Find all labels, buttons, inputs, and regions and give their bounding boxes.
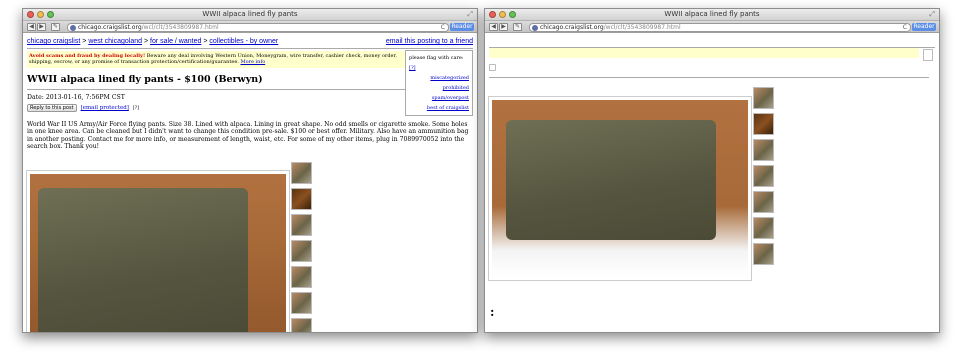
globe-icon [532,25,538,31]
back-icon[interactable]: ◀ [489,23,498,31]
thumbnail[interactable] [753,217,774,239]
thumbnail[interactable] [753,113,774,135]
browser-toolbar: ◀ ▶ ✎ chicago.craigslist.org/wcl/clt/354… [23,21,477,33]
title-bar: WWII alpaca lined fly pants ⤢ [23,9,477,21]
url-path: /wcl/clt/3543809987.html [141,24,219,31]
divider [489,77,929,78]
breadcrumb-area[interactable]: west chicagoland [88,38,142,45]
empty-flag-box [923,49,933,61]
fullscreen-icon[interactable]: ⤢ [929,10,935,19]
address-bar[interactable]: chicago.craigslist.org/wcl/clt/354380998… [529,23,911,32]
thumbnail[interactable] [753,139,774,161]
thumbnail[interactable] [753,243,774,265]
flag-spam-overpost[interactable]: spam/overpost [409,93,469,103]
thumbnail[interactable] [753,165,774,187]
pants-image [506,120,716,240]
main-photo[interactable] [26,170,290,332]
breadcrumb-category[interactable]: collectibles - by owner [209,38,278,45]
browser-window-left: WWII alpaca lined fly pants ⤢ ◀ ▶ ✎ chic… [22,8,478,333]
stray-colon: : [490,305,495,319]
reload-icon[interactable]: C [441,24,445,31]
thumbnail-strip [753,87,774,265]
thumbnail[interactable] [753,87,774,109]
flag-best-of[interactable]: best of craigslist [409,103,469,113]
breadcrumb-site[interactable]: chicago craigslist [27,38,80,45]
share-icon[interactable]: ✎ [513,23,522,31]
url-path: /wcl/clt/3543809987.html [603,24,681,31]
title-bar: WWII alpaca lined fly pants ⤢ [485,9,939,21]
flag-help-link[interactable]: [?] [409,65,416,71]
divider [27,89,405,90]
pants-photo [492,100,748,277]
page-content: chicago craigslist > west chicagoland > … [23,33,477,153]
breadcrumb: chicago craigslist > west chicagoland > … [27,37,473,47]
reply-help[interactable]: [?] [133,106,139,111]
email-posting-link[interactable]: email this posting to a friend [386,37,473,47]
browser-toolbar: ◀ ▶ ✎ chicago.craigslist.org/wcl/clt/354… [485,21,939,33]
window-title: WWII alpaca lined fly pants [664,10,760,18]
thumbnail[interactable] [753,191,774,213]
breadcrumb-separator: > [203,38,208,45]
thumbnail[interactable] [291,162,312,184]
url-host: chicago.craigslist.org [78,24,142,31]
breadcrumb-section[interactable]: for sale / wanted [150,38,201,45]
browser-window-right: WWII alpaca lined fly pants ⤢ ◀ ▶ ✎ chic… [484,8,940,333]
flag-miscategorized[interactable]: miscategorized [409,73,469,83]
flag-prohibited[interactable]: prohibited [409,83,469,93]
main-photo[interactable] [488,96,752,281]
thumbnail-strip [291,162,312,332]
empty-checkbox[interactable] [489,64,496,71]
reload-icon[interactable]: C [903,24,907,31]
more-info-link[interactable]: More info [240,59,265,65]
scam-warning: Avoid scams and fraud by dealing locally… [27,51,405,68]
share-icon[interactable]: ✎ [51,23,60,31]
flag-box: please flag with care: [?] miscategorize… [405,50,473,116]
globe-icon [70,25,76,31]
forward-icon[interactable]: ▶ [499,23,508,31]
thumbnail[interactable] [291,266,312,288]
pants-photo [30,174,286,332]
reader-button[interactable]: Reader [912,23,936,31]
window-title: WWII alpaca lined fly pants [202,10,298,18]
thumbnail[interactable] [291,292,312,314]
reply-email-link[interactable]: [email protected] [81,105,129,111]
pants-image [38,188,248,332]
reply-button[interactable]: Reply to this post [27,104,77,112]
url-host: chicago.craigslist.org [540,24,604,31]
flag-heading: please flag with care: [?] [409,53,469,73]
thumbnail[interactable] [291,188,312,210]
thumbnail[interactable] [291,240,312,262]
reader-button[interactable]: Reader [450,23,474,31]
address-bar[interactable]: chicago.craigslist.org/wcl/clt/354380998… [67,23,449,32]
thumbnail[interactable] [291,214,312,236]
back-icon[interactable]: ◀ [27,23,36,31]
divider [27,48,473,49]
breadcrumb-separator: > [82,38,87,45]
breadcrumb-separator: > [143,38,149,45]
empty-warning-box [489,48,919,58]
thumbnail[interactable] [291,318,312,332]
flag-heading-text: please flag with care: [409,55,464,61]
posting-body: World War II US Army/Air Force flying pa… [27,121,469,151]
forward-icon[interactable]: ▶ [37,23,46,31]
fullscreen-icon[interactable]: ⤢ [467,10,473,19]
